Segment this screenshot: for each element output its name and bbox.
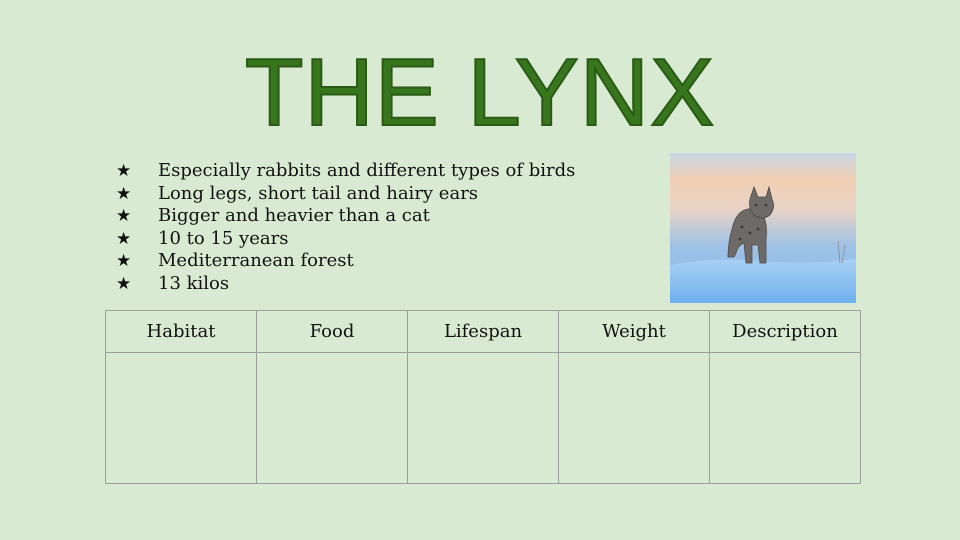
header-weight: Weight bbox=[558, 310, 710, 353]
list-item: ★ Bigger and heavier than a cat bbox=[112, 205, 575, 228]
fact-text: Long legs, short tail and hairy ears bbox=[158, 182, 479, 204]
cell-description[interactable] bbox=[709, 352, 861, 484]
star-bullet-icon: ★ bbox=[116, 161, 132, 181]
list-item: ★ Especially rabbits and different types … bbox=[112, 160, 575, 183]
star-bullet-icon: ★ bbox=[116, 273, 132, 294]
star-bullet-icon: ★ bbox=[116, 228, 132, 249]
facts-list: ★ Especially rabbits and different types … bbox=[112, 160, 575, 296]
cell-food[interactable] bbox=[256, 352, 408, 484]
header-food: Food bbox=[256, 310, 408, 353]
cell-weight[interactable] bbox=[558, 352, 710, 484]
table-row bbox=[105, 352, 861, 484]
star-bullet-icon: ★ bbox=[116, 183, 132, 204]
header-description: Description bbox=[709, 310, 861, 353]
list-item: ★ 10 to 15 years bbox=[112, 228, 575, 251]
slide-title: THE LYNX bbox=[244, 38, 716, 147]
header-habitat: Habitat bbox=[105, 310, 257, 353]
star-bullet-icon: ★ bbox=[116, 251, 132, 272]
lynx-photo bbox=[670, 153, 856, 303]
fact-text: 13 kilos bbox=[158, 272, 230, 294]
cell-lifespan[interactable] bbox=[407, 352, 559, 484]
list-item: ★ 13 kilos bbox=[112, 273, 575, 296]
lynx-facts-table: Habitat Food Lifespan Weight Description bbox=[105, 310, 861, 484]
fact-text: Mediterranean forest bbox=[158, 250, 354, 272]
list-item: ★ Long legs, short tail and hairy ears bbox=[112, 183, 575, 206]
fact-text: Bigger and heavier than a cat bbox=[158, 205, 430, 227]
header-lifespan: Lifespan bbox=[407, 310, 559, 353]
list-item: ★ Mediterranean forest bbox=[112, 250, 575, 273]
table-header-row: Habitat Food Lifespan Weight Description bbox=[105, 310, 861, 353]
cell-habitat[interactable] bbox=[105, 352, 257, 484]
star-bullet-icon: ★ bbox=[116, 206, 132, 227]
fact-text: 10 to 15 years bbox=[158, 227, 289, 249]
lynx-photo-icon bbox=[670, 153, 856, 303]
fact-text: Especially rabbits and different types o… bbox=[158, 160, 576, 181]
